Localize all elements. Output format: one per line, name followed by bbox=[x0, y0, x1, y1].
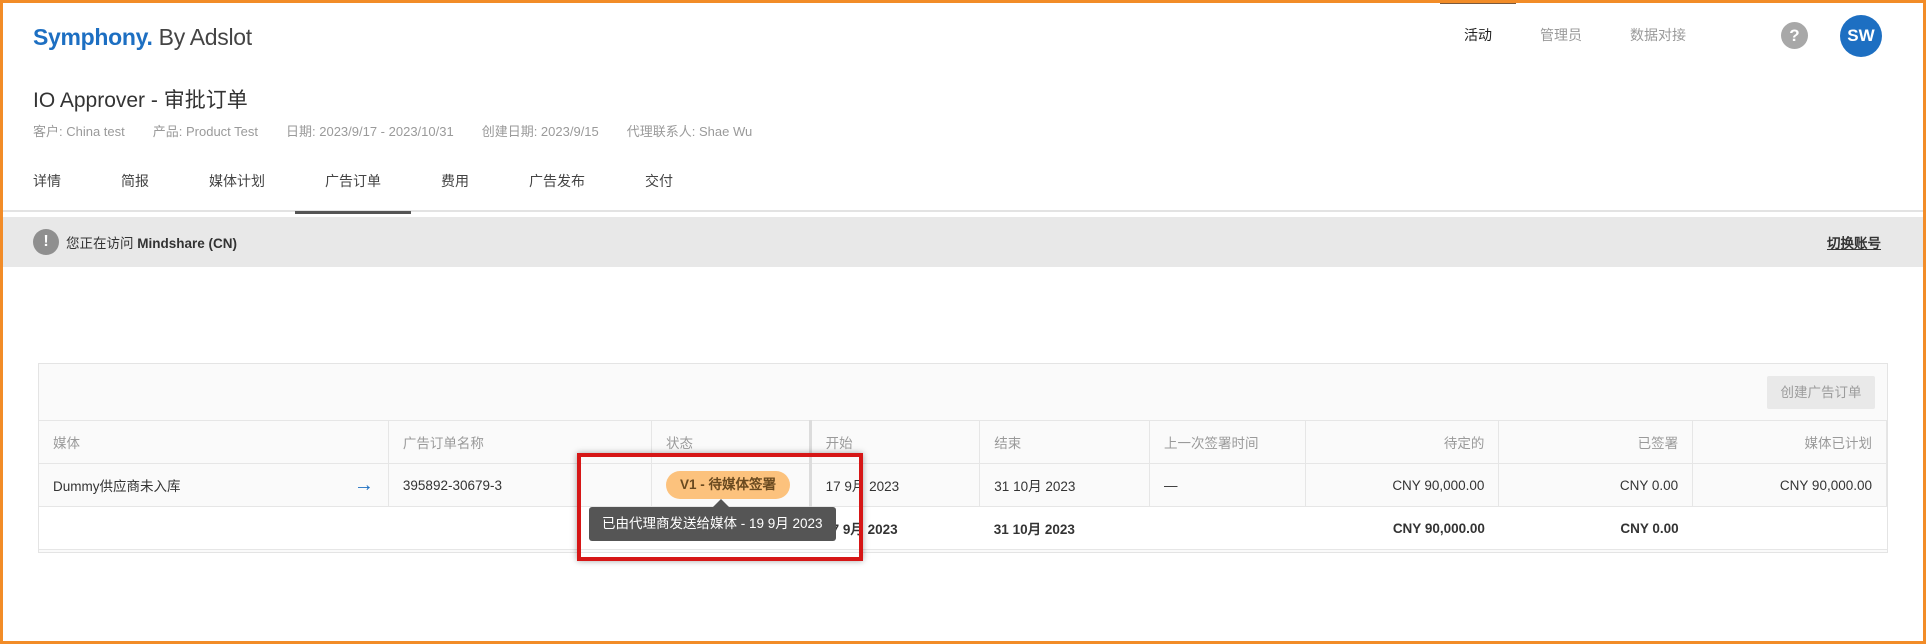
tab-delivery[interactable]: 交付 bbox=[615, 160, 703, 212]
nav-item-campaigns[interactable]: 活动 bbox=[1440, 0, 1516, 70]
switch-account-link[interactable]: 切换账号 bbox=[1827, 232, 1881, 252]
create-order-button[interactable]: 创建广告订单 bbox=[1767, 376, 1875, 409]
col-header-order-name[interactable]: 广告订单名称 bbox=[388, 420, 652, 464]
tab-ad-publishing[interactable]: 广告发布 bbox=[499, 160, 615, 212]
warning-icon: ! bbox=[33, 229, 59, 255]
col-header-status[interactable]: 状态 bbox=[651, 420, 812, 464]
avatar[interactable]: SW bbox=[1840, 15, 1882, 57]
col-header-pending[interactable]: 待定的 bbox=[1305, 420, 1500, 464]
cell-order-name: 395892-30679-3 bbox=[388, 463, 652, 507]
nav-item-data-integration[interactable]: 数据对接 bbox=[1606, 0, 1710, 70]
nav-item-admin[interactable]: 管理员 bbox=[1516, 0, 1606, 70]
col-header-signed[interactable]: 已签署 bbox=[1498, 420, 1694, 464]
orders-table: 媒体 广告订单名称 状态 开始 结束 上一次签署时间 待定的 已签署 媒体已计划… bbox=[39, 420, 1887, 550]
arrow-right-icon[interactable]: → bbox=[354, 475, 374, 495]
cell-start: 17 9月 2023 bbox=[810, 463, 981, 507]
total-empty-4 bbox=[1149, 506, 1306, 550]
total-signed: CNY 0.00 bbox=[1498, 506, 1693, 550]
col-header-planned[interactable]: 媒体已计划 bbox=[1692, 420, 1887, 464]
cell-media: Dummy供应商未入库 → bbox=[39, 463, 389, 507]
help-icon[interactable]: ? bbox=[1781, 22, 1808, 49]
campaign-meta: 客户: China test 产品: Product Test 日期: 2023… bbox=[33, 121, 752, 140]
tab-details[interactable]: 详情 bbox=[3, 160, 91, 212]
status-tooltip: 已由代理商发送给媒体 - 19 9月 2023 bbox=[589, 499, 836, 541]
meta-product: 产品: Product Test bbox=[152, 124, 259, 139]
media-name: Dummy供应商未入库 bbox=[53, 479, 181, 494]
tab-media-plan[interactable]: 媒体计划 bbox=[179, 160, 295, 212]
banner-account: Mindshare (CN) bbox=[137, 236, 238, 251]
col-header-media[interactable]: 媒体 bbox=[39, 420, 389, 464]
page-title: IO Approver - 审批订单 bbox=[33, 89, 248, 112]
table-header-row: 媒体 广告订单名称 状态 开始 结束 上一次签署时间 待定的 已签署 媒体已计划 bbox=[39, 420, 1887, 464]
tab-insertion-orders[interactable]: 广告订单 bbox=[295, 160, 411, 214]
cell-status: V1 - 待媒体签署 bbox=[651, 463, 812, 507]
banner-prefix: 您正在访问 bbox=[66, 236, 138, 251]
cell-end: 31 10月 2023 bbox=[979, 463, 1150, 507]
banner-message: 您正在访问 Mindshare (CN) bbox=[66, 232, 237, 252]
tab-costs[interactable]: 费用 bbox=[411, 160, 499, 212]
meta-dates: 日期: 2023/9/17 - 2023/10/31 bbox=[286, 124, 454, 139]
total-empty-5 bbox=[1692, 506, 1887, 550]
status-badge[interactable]: V1 - 待媒体签署 bbox=[665, 471, 790, 499]
meta-contact: 代理联系人: Shae Wu bbox=[626, 124, 753, 139]
cell-pending: CNY 90,000.00 bbox=[1305, 463, 1500, 507]
cell-last-signed: — bbox=[1149, 463, 1306, 507]
col-header-end[interactable]: 结束 bbox=[979, 420, 1150, 464]
account-banner: ! 您正在访问 Mindshare (CN) 切换账号 bbox=[3, 217, 1923, 267]
total-end: 31 10月 2023 bbox=[979, 506, 1150, 550]
campaign-tabs: 详情 简报 媒体计划 广告订单 费用 广告发布 交付 bbox=[0, 160, 1926, 214]
total-empty-1 bbox=[39, 506, 389, 550]
cell-planned: CNY 90,000.00 bbox=[1692, 463, 1887, 507]
meta-created: 创建日期: 2023/9/15 bbox=[481, 124, 599, 139]
col-header-last-signed[interactable]: 上一次签署时间 bbox=[1149, 420, 1306, 464]
logo-suffix: By Adslot bbox=[152, 24, 253, 50]
meta-client: 客户: China test bbox=[33, 124, 125, 139]
tab-brief[interactable]: 简报 bbox=[91, 160, 179, 212]
total-start: 17 9月 2023 bbox=[810, 506, 980, 550]
top-nav: 活动 管理员 数据对接 bbox=[1440, 0, 1710, 70]
total-pending: CNY 90,000.00 bbox=[1305, 506, 1499, 550]
table-row[interactable]: Dummy供应商未入库 → 395892-30679-3 V1 - 待媒体签署 1… bbox=[39, 463, 1887, 507]
logo[interactable]: Symphony. By Adslot bbox=[33, 24, 252, 51]
table-total-row: 17 9月 2023 31 10月 2023 CNY 90,000.00 CNY… bbox=[39, 506, 1887, 550]
col-header-start[interactable]: 开始 bbox=[810, 420, 981, 464]
insertion-orders-panel: 创建广告订单 媒体 广告订单名称 状态 开始 结束 上一次签署时间 待定的 已签… bbox=[38, 363, 1888, 553]
cell-signed: CNY 0.00 bbox=[1498, 463, 1694, 507]
logo-brand: Symphony. bbox=[33, 24, 153, 50]
